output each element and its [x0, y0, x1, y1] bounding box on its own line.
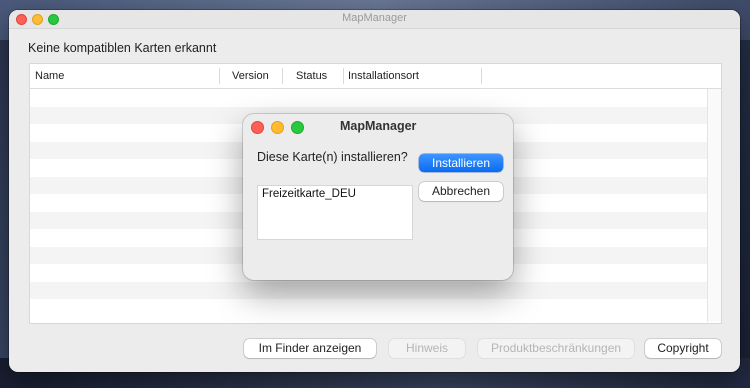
table-header: Name Version Status Installationsort — [30, 64, 721, 89]
copyright-button[interactable]: Copyright — [645, 339, 721, 358]
list-item[interactable]: Freizeitkarte_DEU — [262, 188, 356, 200]
table-scrollbar[interactable] — [707, 89, 721, 322]
table-row[interactable] — [30, 299, 707, 317]
column-header-name[interactable]: Name — [35, 70, 64, 82]
column-header-version[interactable]: Version — [232, 70, 269, 82]
status-heading: Keine kompatiblen Karten erkannt — [28, 41, 217, 55]
install-dialog: MapManager Diese Karte(n) installieren? … — [243, 114, 513, 280]
column-separator[interactable] — [343, 68, 344, 84]
product-restrictions-button[interactable]: Produktbeschränkungen — [478, 339, 634, 358]
hint-button[interactable]: Hinweis — [389, 339, 465, 358]
column-header-status[interactable]: Status — [296, 70, 327, 82]
window-titlebar[interactable]: MapManager — [9, 10, 740, 29]
column-separator[interactable] — [219, 68, 220, 84]
column-header-installationsort[interactable]: Installationsort — [348, 70, 419, 82]
column-separator[interactable] — [481, 68, 482, 84]
dialog-titlebar[interactable]: MapManager — [243, 114, 513, 140]
cancel-button[interactable]: Abbrechen — [419, 182, 503, 201]
table-row[interactable] — [30, 281, 707, 299]
dialog-prompt: Diese Karte(n) installieren? — [257, 150, 408, 164]
table-row[interactable] — [30, 89, 707, 107]
dialog-title: MapManager — [340, 119, 417, 133]
column-separator[interactable] — [282, 68, 283, 84]
install-button[interactable]: Installieren — [419, 154, 503, 172]
show-in-finder-button[interactable]: Im Finder anzeigen — [244, 339, 376, 358]
window-title: MapManager — [342, 12, 407, 24]
map-selection-list[interactable]: Freizeitkarte_DEU — [257, 185, 413, 240]
